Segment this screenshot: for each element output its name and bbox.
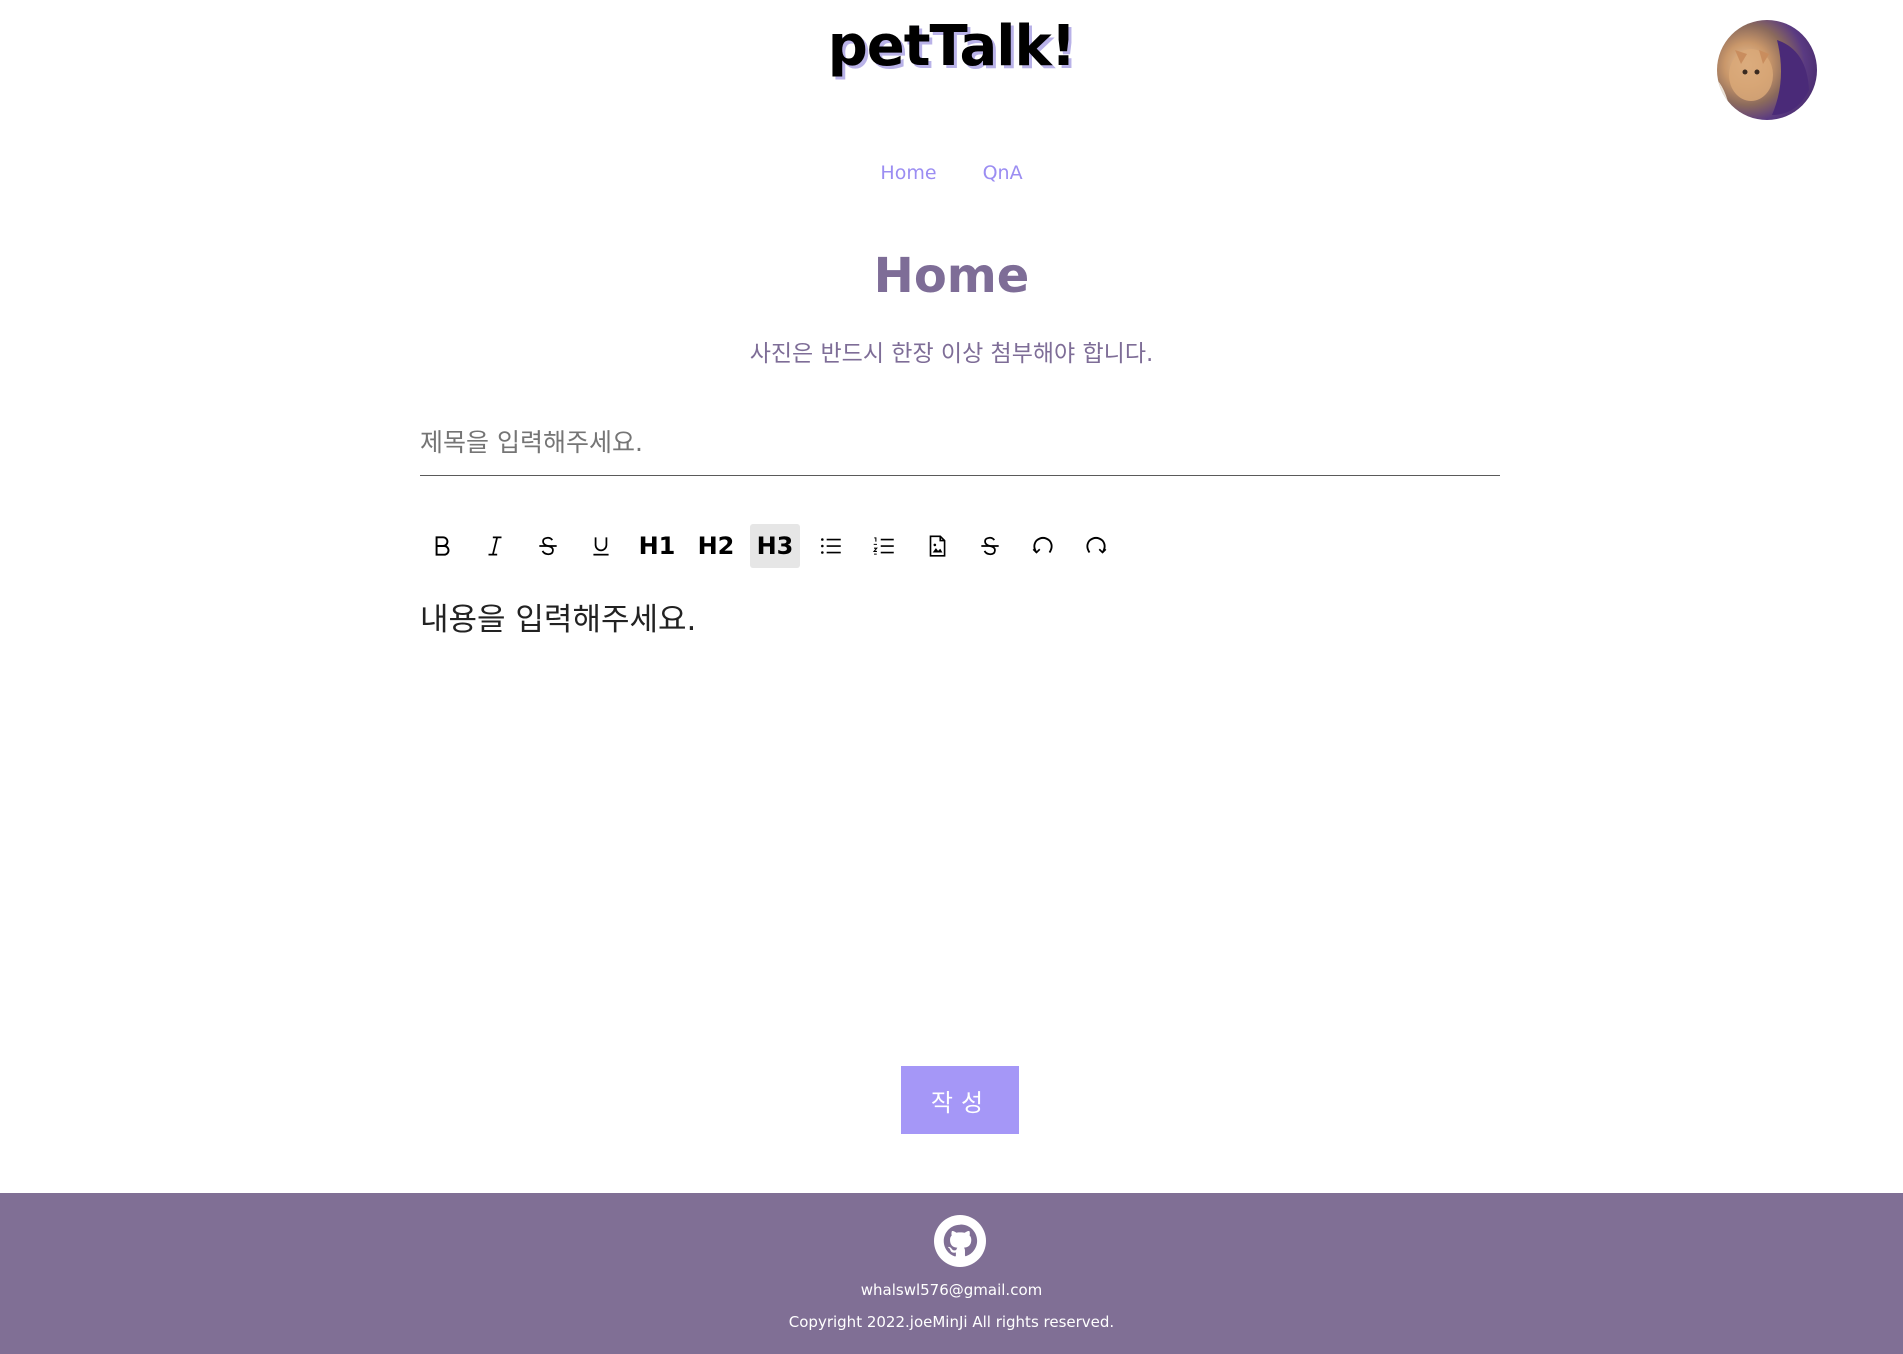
undo-button[interactable] bbox=[1021, 524, 1065, 568]
ordered-list-icon bbox=[872, 537, 894, 555]
undo-icon bbox=[1032, 536, 1053, 554]
strikethrough-button-2[interactable] bbox=[968, 524, 1012, 568]
avatar[interactable] bbox=[1717, 20, 1817, 120]
redo-icon bbox=[1086, 536, 1107, 554]
site-logo[interactable]: petTalk! bbox=[0, 14, 1903, 79]
strikethrough-icon bbox=[539, 536, 557, 556]
submit-button[interactable]: 작성 bbox=[901, 1066, 1019, 1134]
footer-email[interactable]: whalswl576@gmail.com bbox=[0, 1281, 1903, 1299]
strikethrough-icon bbox=[981, 536, 999, 556]
bold-icon bbox=[435, 536, 450, 556]
underline-icon bbox=[593, 537, 609, 556]
main-nav: Home QnA bbox=[0, 162, 1903, 184]
editor-toolbar: H1 H2 H3 bbox=[420, 524, 1127, 568]
image-file-icon bbox=[929, 535, 946, 557]
italic-icon bbox=[488, 536, 502, 556]
underline-button[interactable] bbox=[579, 524, 623, 568]
content-editor[interactable]: 내용을 입력해주세요. bbox=[420, 600, 1500, 1020]
nav-item-qna[interactable]: QnA bbox=[983, 162, 1023, 184]
footer: whalswl576@gmail.com Copyright 2022.joeM… bbox=[0, 1193, 1903, 1354]
bold-button[interactable] bbox=[420, 524, 464, 568]
avatar-image bbox=[1717, 40, 1809, 120]
bullet-list-button[interactable] bbox=[809, 524, 853, 568]
heading1-button[interactable]: H1 bbox=[632, 524, 682, 568]
heading2-button[interactable]: H2 bbox=[691, 524, 741, 568]
page-title: Home bbox=[873, 248, 1030, 304]
nav-item-home[interactable]: Home bbox=[880, 162, 936, 184]
heading3-button[interactable]: H3 bbox=[750, 524, 800, 568]
footer-copyright: Copyright 2022.joeMinJi All rights reser… bbox=[788, 1313, 1115, 1331]
image-upload-button[interactable] bbox=[915, 524, 959, 568]
photo-notice: 사진은 반드시 한장 이상 첨부해야 합니다. bbox=[749, 341, 1154, 367]
page: petTalk! Home QnA Home 사진은 반드시 한장 이상 첨부해… bbox=[0, 0, 1903, 1354]
italic-button[interactable] bbox=[473, 524, 517, 568]
strikethrough-button[interactable] bbox=[526, 524, 570, 568]
github-icon[interactable] bbox=[934, 1215, 986, 1267]
bullet-list-icon bbox=[821, 538, 841, 554]
redo-button[interactable] bbox=[1074, 524, 1118, 568]
ordered-list-button[interactable] bbox=[862, 524, 906, 568]
title-input[interactable] bbox=[420, 410, 1500, 476]
